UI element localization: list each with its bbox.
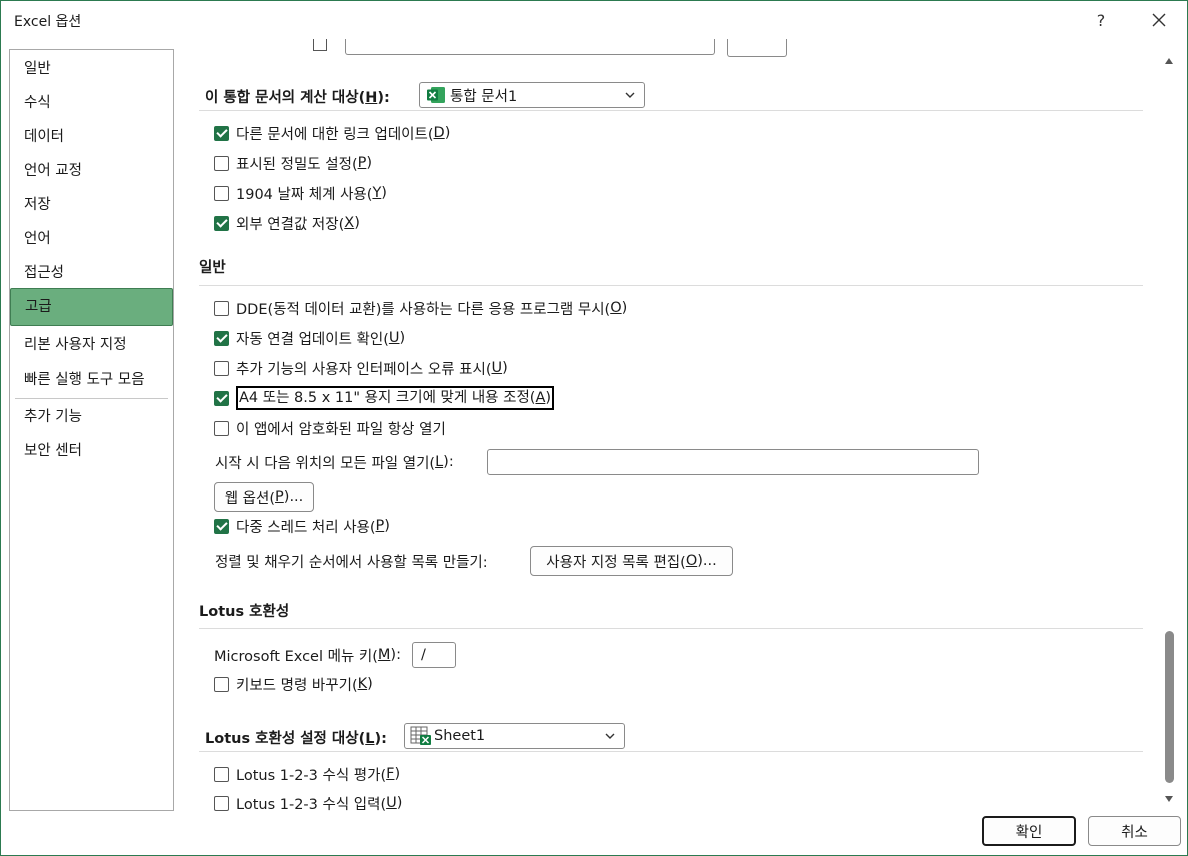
sidebar-item-advanced[interactable]: 고급 — [10, 288, 173, 326]
sidebar-item-language[interactable]: 언어 — [10, 222, 173, 256]
menu-key-input[interactable]: / — [412, 642, 456, 668]
chevron-down-icon — [625, 92, 635, 98]
sidebar-item-proofing[interactable]: 언어 교정 — [10, 154, 173, 188]
section-divider — [199, 110, 1143, 111]
option-transition-nav-keys[interactable]: 키보드 명령 바꾸기(K) — [214, 673, 373, 695]
startup-folder-label: 시작 시 다음 위치의 모든 파일 열기(L): — [215, 454, 454, 472]
vertical-scrollbar[interactable] — [1161, 49, 1177, 809]
advanced-options-panel: 이 통합 문서의 계산 대상(H): 통합 문서1 다른 문서에 대한 링크 업… — [189, 39, 1157, 811]
sidebar-item-add-ins[interactable]: 추가 기능 — [10, 400, 173, 434]
scroll-down-button[interactable] — [1163, 793, 1175, 805]
workbook-calc-label: 이 통합 문서의 계산 대상(H): — [205, 90, 390, 106]
custom-lists-label: 정렬 및 채우기 순서에서 사용할 목록 만들기: — [215, 554, 488, 571]
ok-button[interactable]: 확인 — [982, 816, 1076, 846]
sidebar-item-customize-ribbon[interactable]: 리본 사용자 지정 — [10, 328, 173, 362]
checkbox-checked[interactable] — [214, 390, 229, 406]
option-transition-formula-eval[interactable]: Lotus 1-2-3 수식 평가(F) — [214, 763, 400, 785]
arrow-up-icon — [1165, 58, 1173, 64]
web-options-button[interactable]: 웹 옵션(P)... — [214, 482, 314, 512]
checkbox-unchecked[interactable] — [214, 155, 229, 171]
sidebar-item-data[interactable]: 데이터 — [10, 120, 173, 154]
scroll-up-button[interactable] — [1163, 55, 1175, 67]
checkbox-unchecked[interactable] — [214, 676, 229, 692]
checkbox-unchecked[interactable] — [214, 360, 229, 376]
window-title: Excel 옵션 — [14, 14, 82, 30]
option-always-open-encrypted[interactable]: 이 앱에서 암호화된 파일 항상 열기 — [214, 417, 446, 439]
option-ask-update-links[interactable]: 자동 연결 업데이트 확인(U) — [214, 327, 405, 349]
checkbox-checked[interactable] — [214, 330, 229, 346]
help-icon: ? — [1096, 10, 1106, 30]
close-button[interactable] — [1142, 5, 1176, 35]
scroll-thumb[interactable] — [1165, 631, 1174, 783]
startup-folder-input[interactable] — [487, 449, 979, 475]
sidebar-item-general[interactable]: 일반 — [10, 52, 173, 86]
sidebar-divider — [15, 398, 168, 399]
option-save-external-link-values[interactable]: 외부 연결값 저장(X) — [214, 212, 360, 234]
checkbox-unchecked[interactable] — [214, 795, 229, 811]
checkbox-unchecked[interactable] — [214, 300, 229, 316]
option-scale-for-paper-size[interactable]: A4 또는 8.5 x 11" 용지 크기에 맞게 내용 조정(A) — [214, 386, 555, 410]
checkbox-checked[interactable] — [214, 125, 229, 141]
arrow-down-icon — [1165, 796, 1173, 802]
checkbox-checked[interactable] — [214, 215, 229, 231]
partial-input[interactable] — [345, 39, 715, 55]
excel-options-dialog: Excel 옵션 ? 일반 수식 데이터 언어 교정 저장 언어 접근성 고급 … — [0, 0, 1188, 856]
title-bar: Excel 옵션 ? — [1, 1, 1187, 39]
close-icon — [1152, 13, 1166, 27]
checkbox-unchecked[interactable] — [214, 766, 229, 782]
category-sidebar: 일반 수식 데이터 언어 교정 저장 언어 접근성 고급 리본 사용자 지정 빠… — [9, 49, 174, 811]
option-ignore-dde[interactable]: DDE(동적 데이터 교환)를 사용하는 다른 응용 프로그램 무시(O) — [214, 297, 627, 319]
option-precision-as-displayed[interactable]: 표시된 정밀도 설정(P) — [214, 152, 372, 174]
sidebar-item-formulas[interactable]: 수식 — [10, 86, 173, 120]
sidebar-item-accessibility[interactable]: 접근성 — [10, 256, 173, 290]
checkbox-checked[interactable] — [214, 518, 229, 534]
section-divider — [199, 285, 1143, 286]
checkbox-unchecked[interactable] — [214, 185, 229, 201]
workbook-calc-value: 통합 문서1 — [450, 88, 518, 105]
lotus-sheet-value: Sheet1 — [434, 728, 486, 744]
lotus-heading: Lotus 호환성 — [199, 604, 290, 620]
general-heading: 일반 — [199, 260, 226, 276]
focus-indicator: A4 또는 8.5 x 11" 용지 크기에 맞게 내용 조정(A) — [236, 386, 555, 410]
sidebar-item-trust-center[interactable]: 보안 센터 — [10, 434, 173, 468]
excel-sheet-icon — [410, 726, 431, 745]
cancel-button[interactable]: 취소 — [1088, 816, 1181, 846]
help-button[interactable]: ? — [1084, 5, 1118, 35]
lotus-sheet-dropdown[interactable]: Sheet1 — [404, 723, 625, 749]
option-multithreaded-processing[interactable]: 다중 스레드 처리 사용(P) — [214, 515, 390, 537]
edit-custom-lists-button[interactable]: 사용자 지정 목록 편집(O)... — [530, 546, 733, 576]
option-transition-formula-entry[interactable]: Lotus 1-2-3 수식 입력(U) — [214, 792, 402, 811]
section-divider — [199, 751, 1143, 752]
excel-workbook-icon — [427, 87, 445, 103]
lotus-settings-label: Lotus 호환성 설정 대상(L): — [205, 731, 387, 747]
chevron-down-icon — [605, 733, 615, 739]
option-show-addin-ui-errors[interactable]: 추가 기능의 사용자 인터페이스 오류 표시(U) — [214, 357, 508, 379]
section-divider — [199, 628, 1143, 629]
sidebar-item-quick-access-toolbar[interactable]: 빠른 실행 도구 모음 — [10, 363, 173, 397]
workbook-calc-dropdown[interactable]: 통합 문서1 — [419, 82, 645, 108]
partial-button[interactable] — [727, 39, 787, 57]
option-update-links[interactable]: 다른 문서에 대한 링크 업데이트(D) — [214, 122, 450, 144]
sidebar-item-save[interactable]: 저장 — [10, 188, 173, 222]
menu-key-label: Microsoft Excel 메뉴 키(M): — [214, 647, 401, 665]
option-1904-date-system[interactable]: 1904 날짜 체계 사용(Y) — [214, 182, 387, 204]
partial-checkbox[interactable] — [313, 39, 327, 51]
checkbox-unchecked[interactable] — [214, 420, 229, 436]
